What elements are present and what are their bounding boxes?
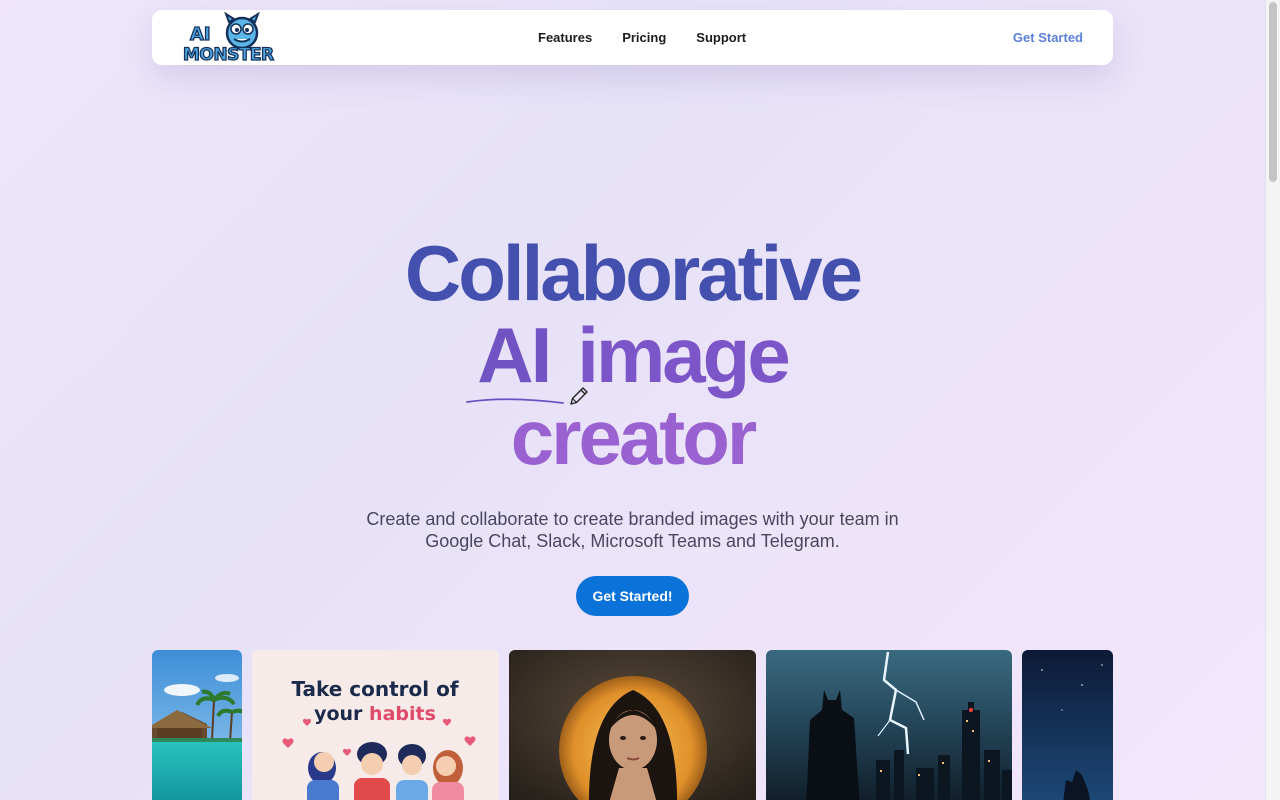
logo-text-monster: MONSTER bbox=[183, 45, 274, 64]
habits-title-line-1: Take control of bbox=[291, 677, 458, 701]
hero-title-image: image bbox=[577, 311, 790, 399]
woman-portrait-image[interactable] bbox=[509, 650, 756, 800]
hero-title: Collaborative AI image creator bbox=[0, 232, 1265, 478]
page-scrollbar[interactable] bbox=[1265, 0, 1280, 800]
batman-lightning-image[interactable] bbox=[766, 650, 1012, 800]
hero-subtitle: Create and collaborate to create branded… bbox=[0, 508, 1265, 552]
nav-get-started-link[interactable]: Get Started bbox=[1013, 10, 1083, 65]
hero-subtitle-line-1: Create and collaborate to create branded… bbox=[366, 509, 899, 529]
logo-text-ai: AI bbox=[190, 24, 211, 45]
tropical-beach-image[interactable] bbox=[152, 650, 242, 800]
ai-monster-logo[interactable]: AI MONSTER bbox=[182, 12, 278, 64]
top-navbar: AI MONSTER Features Pricing Support Get … bbox=[152, 10, 1113, 65]
nav-links: Features Pricing Support bbox=[538, 10, 776, 65]
hero-title-line-2: AI image bbox=[0, 314, 1265, 396]
habits-illustration-image[interactable]: Take control of your habits bbox=[252, 650, 499, 800]
svg-text:your habits: your habits bbox=[314, 703, 436, 725]
habits-title-habits: habits bbox=[369, 703, 436, 725]
hand-drawn-underline bbox=[466, 398, 564, 404]
hero-title-line-3: creator bbox=[510, 393, 757, 481]
nav-link-features[interactable]: Features bbox=[538, 30, 592, 45]
nav-link-support[interactable]: Support bbox=[696, 30, 746, 45]
night-sky-image[interactable] bbox=[1022, 650, 1113, 800]
habits-title-your: your bbox=[314, 703, 363, 725]
scrollbar-thumb[interactable] bbox=[1269, 2, 1277, 182]
pencil-icon bbox=[570, 387, 588, 405]
image-gallery: Take control of your habits bbox=[152, 650, 1113, 800]
get-started-button[interactable]: Get Started! bbox=[576, 576, 689, 616]
hero-title-line-1: Collaborative bbox=[404, 229, 863, 317]
hero-subtitle-line-2: Google Chat, Slack, Microsoft Teams and … bbox=[425, 531, 840, 551]
nav-link-pricing[interactable]: Pricing bbox=[622, 30, 666, 45]
